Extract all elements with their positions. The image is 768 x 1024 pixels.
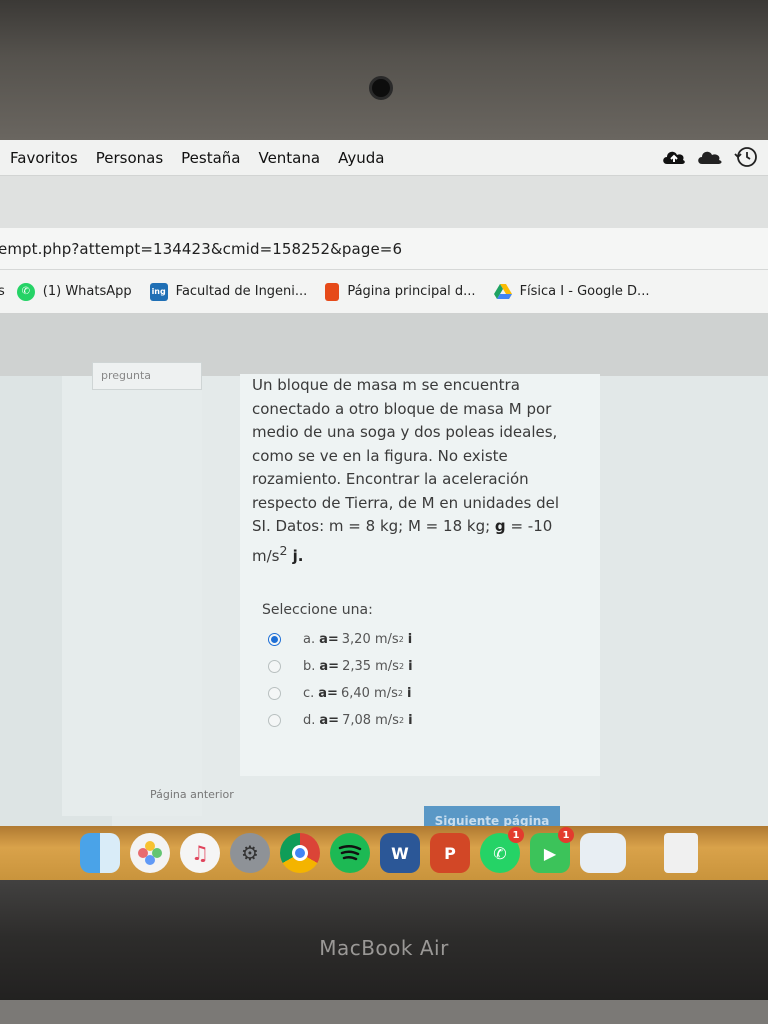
menubar-status-icons (660, 144, 760, 170)
radio-button-d[interactable] (268, 714, 281, 727)
bookmark-label: (1) WhatsApp (42, 284, 132, 299)
right-margin (600, 376, 768, 880)
gravity-unit: m/s (252, 546, 280, 565)
question-info-tab: pregunta (92, 362, 202, 390)
menu-pestana[interactable]: Pestaña (181, 149, 240, 167)
option-letter: d. (303, 713, 316, 728)
powerpoint-icon[interactable]: P (430, 833, 470, 873)
answer-option-c[interactable]: c. a= 6,40 m/s 2 i (268, 680, 413, 707)
option-label: a= (319, 713, 340, 728)
option-label: a= (319, 659, 340, 674)
bookmark-label: Facultad de Ingeni... (175, 284, 308, 299)
question-text: Un bloque de masa m se encuentra conecta… (252, 374, 572, 568)
menu-ventana[interactable]: Ventana (258, 149, 320, 167)
bookmark-office[interactable]: Página principal d... (325, 282, 476, 301)
word-icon[interactable]: W (380, 833, 420, 873)
tab-strip (0, 176, 768, 228)
option-letter: b. (303, 659, 316, 674)
whatsapp-icon[interactable]: ✆ 1 (480, 827, 524, 873)
bookmark-truncated[interactable]: s (0, 284, 5, 299)
photos-icon[interactable] (130, 833, 170, 873)
option-value: 6,40 m/s (340, 686, 398, 701)
option-value: 7,08 m/s (342, 713, 399, 728)
time-machine-icon[interactable] (732, 144, 760, 170)
option-value: 2,35 m/s (342, 659, 399, 674)
url-text[interactable]: empt.php?attempt=134423&cmid=158252&page… (0, 240, 402, 258)
cloud-upload-icon[interactable] (660, 144, 688, 170)
preview-icon[interactable] (580, 833, 626, 873)
notification-badge: 1 (508, 827, 524, 843)
whatsapp-icon: ✆ (16, 282, 35, 301)
mac-dock: ♫ ⚙ W P ✆ 1 ▶ 1 (0, 826, 768, 880)
pregunta-label: pregunta (101, 369, 152, 382)
option-letter: c. (303, 686, 315, 701)
bookmark-google-drive[interactable]: Física I - Google D... (493, 283, 650, 301)
bookmark-label: Física I - Google D... (519, 284, 650, 299)
radio-button-b[interactable] (268, 660, 281, 673)
system-preferences-icon[interactable]: ⚙ (230, 833, 270, 873)
option-exponent: 2 (398, 716, 405, 725)
answer-options: a. a= 3,20 m/s 2 i b. a= 2,35 m/s 2 i c. a… (268, 626, 413, 734)
bookmark-facultad[interactable]: ing Facultad de Ingeni... (149, 282, 308, 301)
laptop-base (0, 1000, 768, 1024)
laptop-brand-label: MacBook Air (319, 936, 449, 960)
gravity-value: = -10 (505, 517, 553, 535)
address-bar[interactable]: empt.php?attempt=134423&cmid=158252&page… (0, 228, 768, 270)
previous-page-link[interactable]: Página anterior (150, 788, 234, 801)
bookmarks-bar: s ✆ (1) WhatsApp ing Facultad de Ingeni.… (0, 270, 768, 314)
answer-option-b[interactable]: b. a= 2,35 m/s 2 i (268, 653, 413, 680)
option-vector: i (407, 632, 413, 647)
facetime-icon[interactable]: ▶ 1 (530, 827, 574, 873)
option-vector: i (408, 713, 413, 728)
question-info-column (62, 376, 202, 816)
spotify-icon[interactable] (330, 833, 370, 873)
office-icon (325, 282, 340, 301)
finder-icon[interactable] (80, 833, 120, 873)
option-exponent: 2 (398, 635, 404, 644)
google-drive-icon (493, 283, 512, 301)
option-label: a= (318, 686, 338, 701)
option-exponent: 2 (398, 662, 405, 671)
answer-option-d[interactable]: d. a= 7,08 m/s 2 i (268, 707, 413, 734)
bookmark-whatsapp[interactable]: ✆ (1) WhatsApp (16, 282, 132, 301)
ing-icon: ing (149, 282, 168, 301)
cloud-icon[interactable] (696, 144, 724, 170)
question-body: Un bloque de masa m se encuentra conecta… (252, 376, 559, 535)
option-vector: i (408, 659, 413, 674)
trash-icon[interactable] (664, 833, 698, 873)
notification-badge: 1 (558, 827, 574, 843)
webcam (369, 76, 393, 100)
question-panel: Un bloque de masa m se encuentra conecta… (240, 374, 600, 776)
gravity-vector: j. (287, 546, 304, 565)
select-one-label: Seleccione una: (262, 602, 373, 618)
screen: Favoritos Personas Pestaña Ventana Ayuda… (0, 140, 768, 880)
itunes-icon[interactable]: ♫ (180, 833, 220, 873)
bookmark-label: s (0, 284, 5, 299)
laptop-bezel-top (0, 0, 768, 140)
radio-button-c[interactable] (268, 687, 281, 700)
mac-menubar: Favoritos Personas Pestaña Ventana Ayuda (0, 140, 768, 176)
option-value: 3,20 m/s (341, 632, 399, 647)
gravity-symbol: g (494, 517, 506, 535)
menu-personas[interactable]: Personas (96, 149, 163, 167)
answer-option-a[interactable]: a. a= 3,20 m/s 2 i (268, 626, 413, 653)
chrome-icon[interactable] (280, 833, 320, 873)
option-exponent: 2 (397, 689, 403, 698)
radio-button-a[interactable] (268, 633, 281, 646)
option-letter: a. (303, 632, 316, 647)
option-vector: i (406, 686, 412, 701)
menu-ayuda[interactable]: Ayuda (338, 149, 384, 167)
quiz-page: pregunta Un bloque de masa m se encuentr… (0, 362, 768, 880)
option-label: a= (319, 632, 339, 647)
menu-favoritos[interactable]: Favoritos (10, 149, 78, 167)
bookmark-label: Página principal d... (347, 284, 476, 299)
